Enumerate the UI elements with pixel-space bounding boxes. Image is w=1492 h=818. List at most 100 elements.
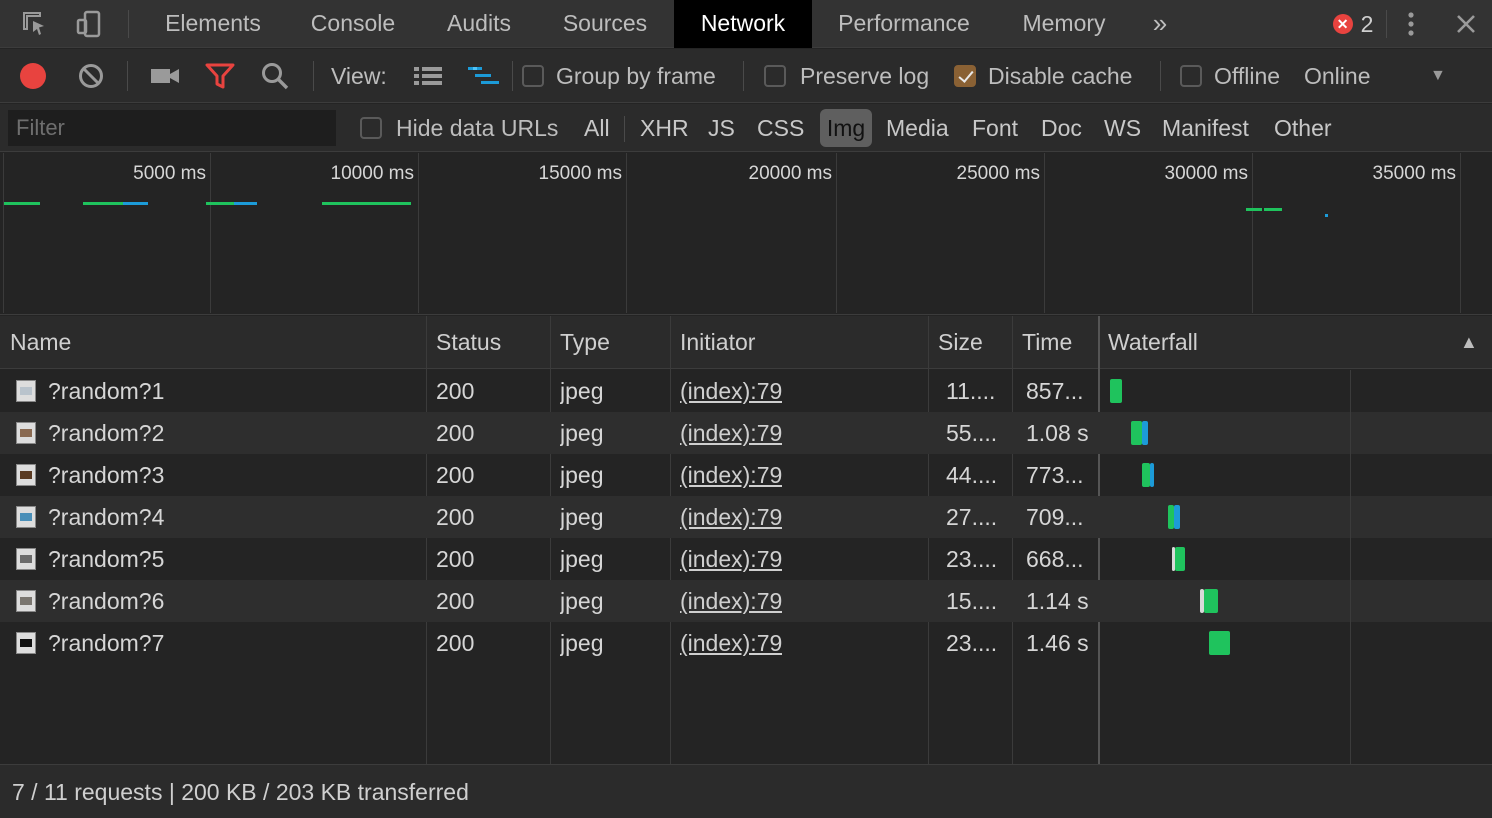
request-time: 773... [1026,462,1084,488]
column-header-size[interactable]: Size [938,316,983,369]
filter-type-css[interactable]: CSS [751,109,810,147]
request-type: jpeg [560,504,604,530]
tab-memory[interactable]: Memory [1000,0,1128,48]
request-name: ?random?1 [48,378,165,404]
tab-sources[interactable]: Sources [542,0,668,48]
initiator-link[interactable]: (index):79 [680,538,782,580]
waterfall-bar[interactable] [1204,589,1218,613]
record-button[interactable] [20,49,46,103]
initiator-link[interactable]: (index):79 [680,370,782,412]
filter-toggle-button[interactable] [205,49,235,103]
list-view-icon [414,67,442,85]
request-name: ?random?7 [48,630,165,656]
overview-divider [3,153,4,313]
filter-type-xhr[interactable]: XHR [634,109,695,147]
waterfall-bar[interactable] [1110,379,1122,403]
filter-type-manifest[interactable]: Manifest [1156,109,1255,147]
waterfall-bar[interactable] [1209,631,1230,655]
network-status-bar: 7 / 11 requests | 200 KB / 203 KB transf… [0,764,1492,818]
filter-type-media[interactable]: Media [880,109,955,147]
column-header-status[interactable]: Status [436,316,501,369]
filter-input[interactable] [8,110,336,146]
image-thumbnail-icon [16,590,36,612]
request-type: jpeg [560,588,604,614]
search-button[interactable] [260,49,290,103]
waterfall-bar[interactable] [1175,547,1185,571]
network-overview-timeline[interactable]: 5000 ms 10000 ms 15000 ms 20000 ms 25000… [0,153,1492,315]
sort-ascending-icon[interactable]: ▲ [1460,316,1478,369]
request-size: 55.... [946,420,998,446]
request-name: ?random?4 [48,504,165,530]
close-icon[interactable] [1450,0,1482,48]
group-by-frame-label: Group by frame [556,62,716,89]
overview-tick-label: 30000 ms [1164,163,1248,184]
column-header-type[interactable]: Type [560,316,610,369]
video-camera-icon [151,69,179,83]
column-header-name[interactable]: Name [10,316,71,369]
tab-elements[interactable]: Elements [140,0,286,48]
request-status: 200 [436,462,475,488]
tab-network[interactable]: Network [674,0,812,48]
initiator-link[interactable]: (index):79 [680,454,782,496]
column-header-time[interactable]: Time [1022,316,1072,369]
table-row[interactable]: ?random?2 200 jpeg (index):79 55.... 1.0… [0,412,1492,454]
overview-tick-label: 25000 ms [956,163,1040,184]
waterfall-bar[interactable] [1142,421,1148,445]
capture-screenshots-button[interactable] [150,49,180,103]
table-row[interactable]: ?random?5 200 jpeg (index):79 23.... 668… [0,538,1492,580]
divider [313,61,314,91]
tab-performance[interactable]: Performance [818,0,990,48]
filter-type-ws[interactable]: WS [1098,109,1147,147]
request-type: jpeg [560,546,604,572]
more-tabs-button[interactable]: » [1140,0,1180,48]
throttling-select[interactable]: Online ▼ [1304,49,1454,103]
table-row[interactable]: ?random?1 200 jpeg (index):79 11.... 857… [0,370,1492,412]
filter-type-img[interactable]: Img [820,109,872,147]
column-header-initiator[interactable]: Initiator [680,316,755,369]
initiator-link[interactable]: (index):79 [680,412,782,454]
waterfall-bar[interactable] [1131,421,1142,445]
error-counter[interactable]: ✕ 2 [1318,0,1388,48]
kebab-menu-icon[interactable] [1396,0,1426,48]
initiator-link[interactable]: (index):79 [680,622,782,664]
tab-audits[interactable]: Audits [422,0,536,48]
view-label: View: [331,62,387,89]
table-row[interactable]: ?random?3 200 jpeg (index):79 44.... 773… [0,454,1492,496]
inspect-element-icon[interactable] [18,0,52,48]
hide-data-urls-label: Hide data URLs [396,114,559,141]
request-name: ?random?2 [48,420,165,446]
filter-type-doc[interactable]: Doc [1035,109,1088,147]
group-by-frame-checkbox[interactable]: Group by frame [522,49,716,103]
table-row[interactable]: ?random?4 200 jpeg (index):79 27.... 709… [0,496,1492,538]
clear-button[interactable] [78,49,104,103]
image-thumbnail-icon [16,506,36,528]
waterfall-bar[interactable] [1174,505,1180,529]
initiator-link[interactable]: (index):79 [680,580,782,622]
preserve-log-checkbox[interactable]: Preserve log [764,49,929,103]
overview-view-button[interactable] [467,49,501,103]
request-size: 44.... [946,462,998,488]
filter-type-js[interactable]: JS [702,109,741,147]
table-row[interactable]: ?random?6 200 jpeg (index):79 15.... 1.1… [0,580,1492,622]
disable-cache-checkbox[interactable]: Disable cache [954,49,1132,103]
device-toolbar-icon[interactable] [72,0,106,48]
filter-type-all[interactable]: All [578,109,616,147]
filter-type-other[interactable]: Other [1268,109,1338,147]
waterfall-bar[interactable] [1142,463,1150,487]
initiator-link[interactable]: (index):79 [680,496,782,538]
overview-tick-label: 35000 ms [1372,163,1456,184]
search-icon [262,63,289,90]
request-type: jpeg [560,630,604,656]
hide-data-urls-checkbox[interactable]: Hide data URLs [360,101,558,155]
waterfall-bar[interactable] [1150,463,1154,487]
clear-icon [79,64,103,88]
tab-console[interactable]: Console [290,0,416,48]
filter-type-font[interactable]: Font [966,109,1024,147]
table-row[interactable]: ?random?7 200 jpeg (index):79 23.... 1.4… [0,622,1492,664]
large-rows-view-button[interactable] [413,49,443,103]
offline-checkbox[interactable]: Offline [1180,49,1280,103]
divider [512,61,513,91]
column-header-waterfall[interactable]: Waterfall [1108,316,1198,369]
waterfall-grid-line [1350,370,1351,764]
overview-divider [1044,153,1045,313]
